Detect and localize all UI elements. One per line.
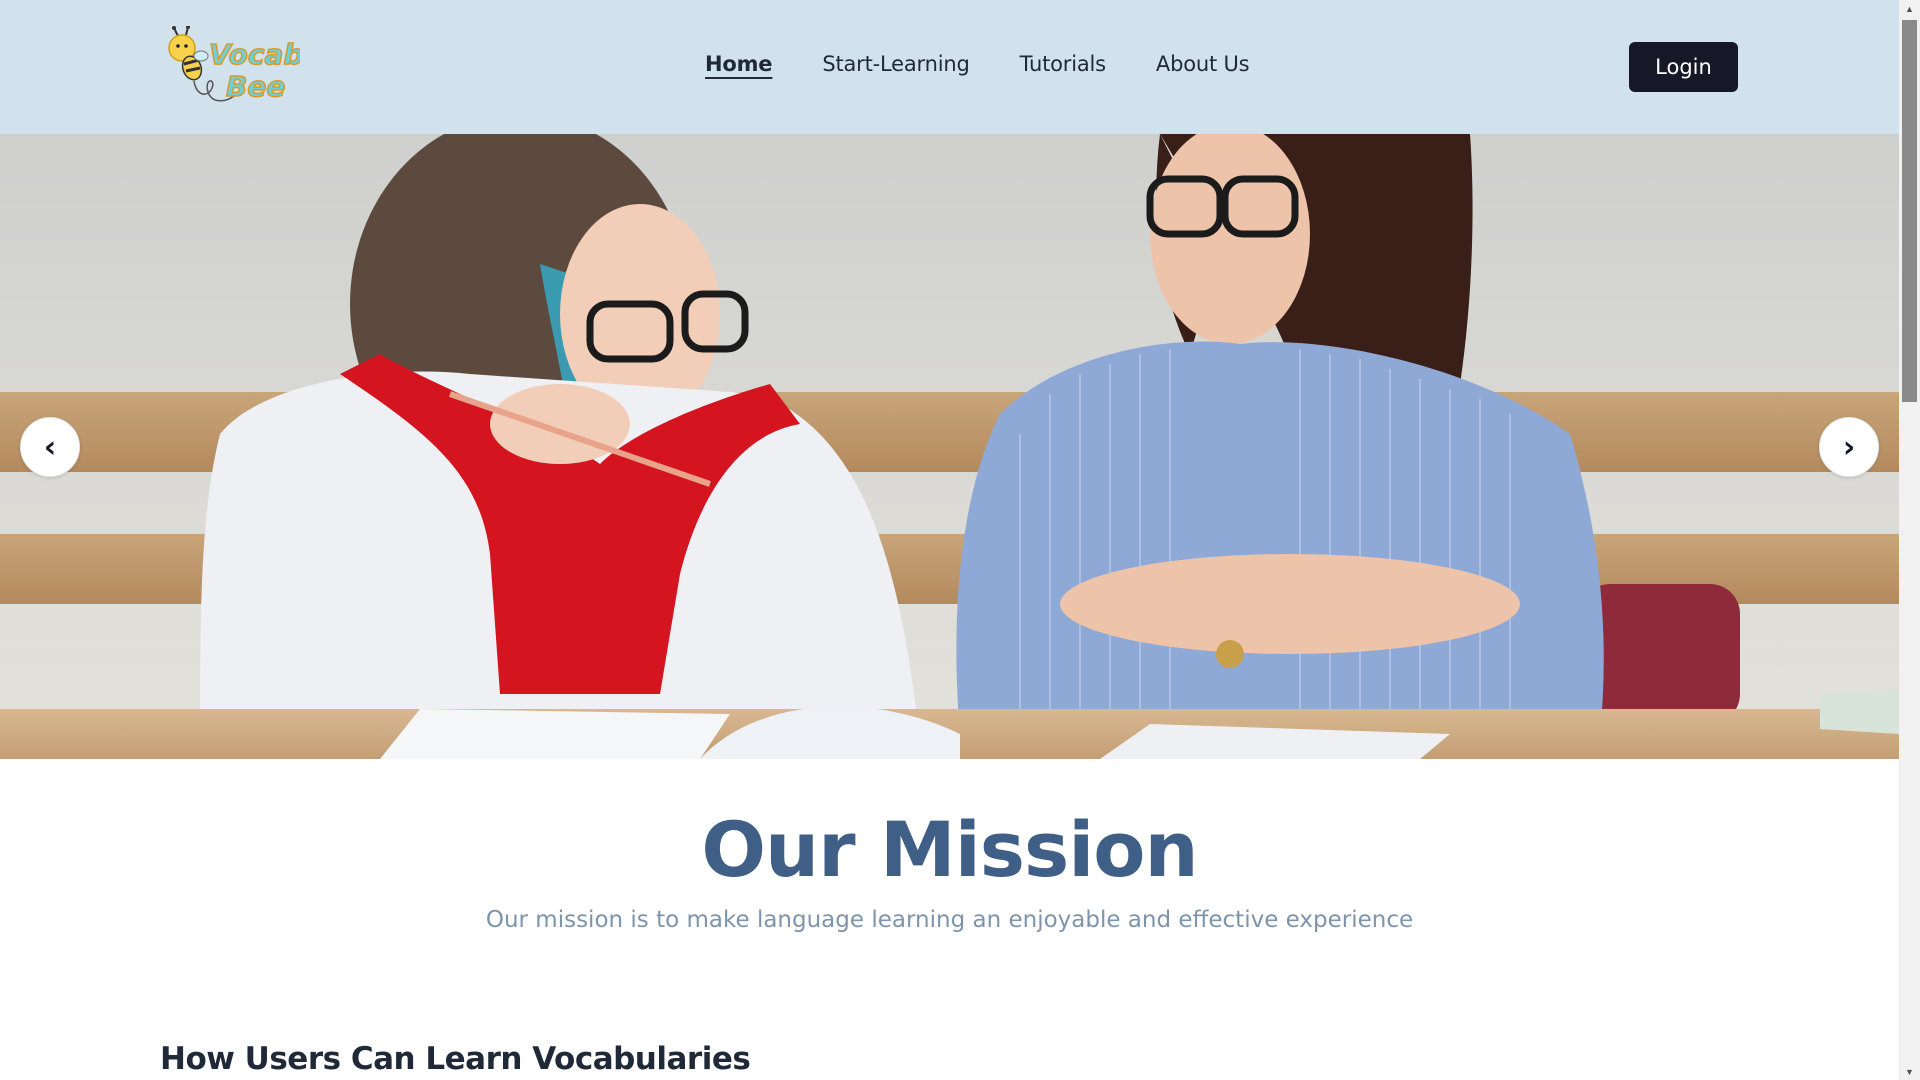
scrollbar-thumb[interactable] — [1902, 20, 1917, 402]
page-scrollbar[interactable]: ▲ ▼ — [1899, 0, 1920, 1080]
nav-start-learning[interactable]: Start-Learning — [822, 52, 969, 76]
hero-image — [0, 134, 1899, 759]
nav-tutorials[interactable]: Tutorials — [1020, 52, 1107, 76]
chevron-right-icon: › — [1842, 429, 1856, 465]
mission-subtitle: Our mission is to make language learning… — [485, 907, 1414, 933]
svg-text:Bee: Bee — [226, 70, 285, 103]
section-title: How Users Can Learn Vocabularies — [160, 1041, 751, 1077]
hero-carousel: ‹ › — [0, 134, 1899, 759]
site-header: Vocab Bee Home Start-Learning Tutorials … — [0, 0, 1899, 134]
nav-about-us[interactable]: About Us — [1156, 52, 1250, 76]
bee-logo-icon: Vocab Bee — [168, 25, 304, 104]
scroll-down-icon[interactable]: ▼ — [1899, 1063, 1920, 1080]
chevron-left-icon: ‹ — [43, 429, 57, 465]
main-nav: Home Start-Learning Tutorials About Us — [705, 52, 1250, 76]
carousel-next-button[interactable]: › — [1819, 417, 1879, 477]
nav-home[interactable]: Home — [705, 52, 773, 76]
mission-title: Our Mission — [701, 805, 1198, 894]
carousel-prev-button[interactable]: ‹ — [20, 417, 80, 477]
scroll-up-icon[interactable]: ▲ — [1899, 0, 1920, 17]
svg-text:Vocab: Vocab — [209, 38, 300, 71]
vocab-bee-logo[interactable]: Vocab Bee — [164, 25, 304, 106]
login-button[interactable]: Login — [1629, 42, 1738, 92]
